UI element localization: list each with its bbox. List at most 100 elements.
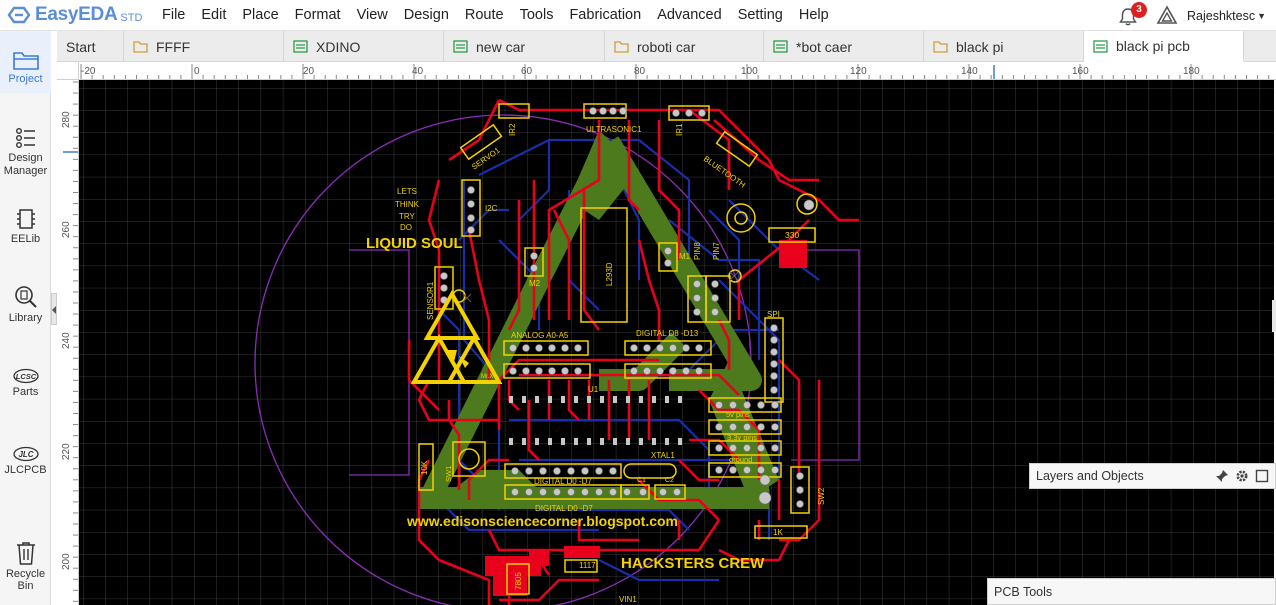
ruler-corner [57,62,79,80]
tab-label: *bot caer [796,38,853,55]
pcb-label-l293d: L293D [605,262,614,286]
top-menu-bar: EasyEDA STD File Edit Place Format View … [0,0,1276,31]
sidebar-item-eelib[interactable]: EELib [0,207,51,245]
menu-edit[interactable]: Edit [193,0,234,31]
pcb-label-10k: 10K [420,460,429,475]
right-panel-collapse-handle[interactable] [1272,300,1276,332]
tab-black-pi-pcb[interactable]: black pi pcb [1084,31,1244,62]
ruler-h-label: 80 [634,66,646,77]
menu-route[interactable]: Route [457,0,512,31]
pcb-label-spi: SPI [767,310,780,319]
user-avatar-icon[interactable] [1155,4,1179,28]
horizontal-ruler[interactable]: -20 0 20 40 60 80 100 120 140 160 180 [57,62,1276,80]
vertical-ruler-scale: 280 260 240 220 200 [61,81,78,602]
ruler-h-label: 100 [741,66,758,77]
tab-ffff[interactable]: FFFF [124,31,284,62]
menu-fabrication[interactable]: Fabrication [561,0,649,31]
tab-label: XDINO [316,38,361,55]
pcb-label-do: DO [400,223,412,232]
folder-icon [933,41,948,53]
sidebar-item-label: JLCPCB [4,464,47,476]
gear-icon[interactable] [1235,469,1249,483]
tab-label: FFFF [156,38,191,55]
tab-label: new car [476,38,526,55]
menu-design[interactable]: Design [396,0,457,31]
pcb-icon [1093,39,1108,53]
menu-advanced[interactable]: Advanced [649,0,730,31]
pcb-label-pin8: PIN8 [693,242,702,260]
pin-icon[interactable] [1215,469,1229,483]
pcb-label-1k: 1K [773,528,783,537]
pcb-label-330: 330 [785,230,799,240]
tab-roboti-car[interactable]: roboti car [605,31,764,62]
ruler-h-label: 0 [194,66,200,77]
menu-place[interactable]: Place [234,0,286,31]
pcb-label-think: THINK [395,200,420,209]
menu-tools[interactable]: Tools [512,0,562,31]
pcb-tools-panel[interactable]: PCB Tools [987,578,1276,605]
layers-and-objects-panel[interactable]: Layers and Objects [1029,463,1276,489]
ruler-h-label: 20 [303,66,315,77]
folder-icon [614,41,629,53]
sidebar-item-jlcpcb[interactable]: JLC JLCPCB [0,446,51,476]
ruler-h-label: 160 [1072,66,1089,77]
folder-icon [12,52,39,70]
tab-start[interactable]: Start [57,31,124,62]
pcb-label-liquid-soul: LIQUID SOUL [366,235,463,252]
pcb-label-pin7: PIN7 [712,242,721,260]
username[interactable]: Rajeshktesc [1187,9,1255,23]
pcb-label-ground: ground [729,455,752,464]
panel-controls [1215,469,1269,483]
menu-view[interactable]: View [349,0,396,31]
panel-title: PCB Tools [994,584,1053,599]
minimize-icon[interactable] [1255,469,1269,483]
document-tabs: Start FFFF XDINO new car roboti car *bot… [57,31,1276,62]
sidebar-item-library[interactable]: Library [0,284,51,324]
vertical-ruler[interactable]: 280 260 240 220 200 [57,80,79,605]
pcb-label-c1: C1 [637,477,646,484]
pcb-label-i2c: I2C [485,204,498,213]
app-logo[interactable]: EasyEDA STD [0,0,154,31]
ruler-v-label: 200 [61,553,72,570]
menu-file[interactable]: File [154,0,193,31]
pcb-label-digital-d8: DIGITAL D8 -D13 [636,329,699,338]
pcb-label-hacksters: HACKSTERS CREW [621,555,765,572]
user-menu-caret-icon[interactable]: ▼ [1257,11,1266,21]
ruler-v-label: 220 [61,443,72,460]
pcb-label-try: TRY [399,212,416,221]
sidebar-item-project[interactable]: Project [0,31,51,93]
menu-format[interactable]: Format [287,0,349,31]
lcsc-icon: LCSC [12,368,39,384]
logo-edition: STD [120,11,143,24]
ruler-h-label: 60 [521,66,533,77]
jlc-icon: JLC [12,446,39,462]
pcb-label-c2: C2 [665,477,674,484]
menu-setting[interactable]: Setting [730,0,791,31]
tab-new-car[interactable]: new car [444,31,605,62]
ruler-v-label: 280 [61,111,72,128]
pcb-label-m2: M2 [529,279,541,288]
sidebar-item-parts[interactable]: LCSC Parts [0,368,51,398]
sidebar-item-recycle-bin[interactable]: Recycle Bin [0,540,51,592]
pcb-label-u1: U1 [588,385,599,394]
pcb-icon [293,40,308,53]
tab-bot-caer[interactable]: *bot caer [764,31,924,62]
ruler-h-label: 180 [1183,66,1200,77]
pcb-canvas[interactable]: LETS THINK TRY DO LIQUID SOUL ULTRASONIC… [79,80,1274,605]
notifications-button[interactable]: 3 [1117,1,1147,29]
tab-black-pi[interactable]: black pi [924,31,1084,62]
sidebar-item-design-manager[interactable]: Design Manager [0,126,51,178]
ruler-h-label: 40 [412,66,424,77]
logo-text: EasyEDA [35,4,118,25]
pcb-label-lets: LETS [397,187,417,196]
pcb-label-digital-d0a: DIGITAL D0 -D7 [534,477,592,486]
user-area: 3 Rajeshktesc ▼ [1117,0,1276,31]
pcb-label-ir1: IR1 [675,123,684,136]
pcb-label-ir2: IR2 [508,123,517,136]
menu-help[interactable]: Help [791,0,837,31]
tab-xdino[interactable]: XDINO [284,31,444,62]
svg-text:JLC: JLC [18,450,33,459]
ruler-v-label: 260 [61,221,72,238]
horizontal-ruler-scale: -20 0 20 40 60 80 100 120 140 160 180 [80,64,1270,79]
tab-label: Start [66,38,96,55]
